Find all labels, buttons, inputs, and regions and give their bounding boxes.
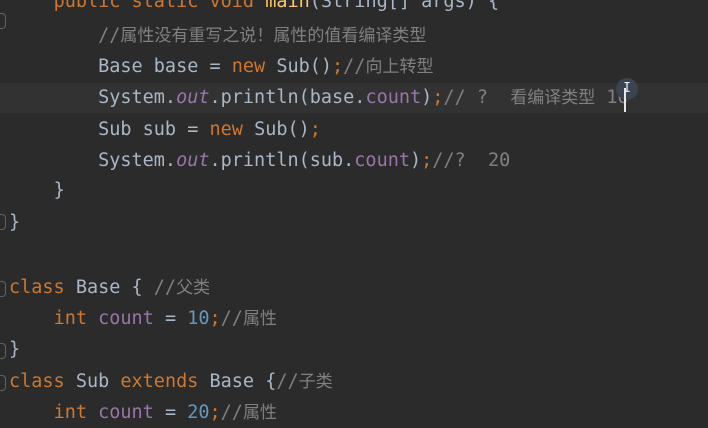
code-line[interactable]: int count = 20;//属性 — [0, 398, 277, 428]
code-token-part: // — [276, 371, 299, 392]
fold-marker-sub-start[interactable] — [0, 375, 6, 391]
line-indent-spaces — [9, 402, 54, 423]
code-token-part: 子类 — [298, 372, 333, 392]
code-token-txt: Base base = — [98, 56, 232, 77]
code-token-cmt: //? 20 — [432, 150, 511, 171]
line-indent-spaces — [9, 87, 98, 108]
code-token-txt: ) — [421, 87, 433, 108]
code-token-kw: extends — [120, 371, 210, 392]
code-token-part: 属性 — [242, 403, 277, 423]
code-token-part: 属性没有重写之说！属性的值看编译类型 — [120, 26, 427, 46]
code-token-txt: } — [9, 212, 21, 233]
code-token-fld: count — [98, 402, 165, 423]
code-line[interactable]: Base base = new Sub();//向上转型 — [0, 52, 433, 82]
fold-marker-top[interactable] — [0, 13, 6, 29]
code-token-kw: int — [53, 402, 99, 423]
code-line-current[interactable]: System.out.println(base.count);// ? 看编译类… — [0, 83, 708, 113]
line-indent-spaces — [9, 119, 98, 140]
code-token-txt: } — [9, 339, 21, 360]
code-token-txt: Sub() — [276, 56, 333, 77]
code-token-kw: new — [209, 119, 255, 140]
code-line[interactable]: } — [0, 176, 65, 206]
code-token-fld: count — [354, 150, 410, 171]
code-token-part: // ? — [443, 87, 511, 108]
code-token-fld: count — [98, 308, 165, 329]
code-token-txt: (String[] args) { — [309, 0, 500, 12]
code-token-part: // — [153, 277, 177, 298]
code-token-kw: ; — [309, 119, 321, 140]
code-line[interactable]: class Base { //父类 — [0, 273, 210, 303]
line-indent-spaces — [9, 25, 98, 46]
text-caret — [624, 88, 626, 112]
code-token-kw: int — [53, 308, 99, 329]
code-line[interactable]: class Sub extends Base {//子类 — [0, 367, 333, 397]
code-token-fn: main — [265, 0, 310, 12]
code-token-txt: Base { — [209, 371, 277, 392]
code-token-kw: public static void — [53, 0, 266, 12]
code-token-txt: .println(base. — [209, 87, 366, 108]
fold-marker-main-end[interactable] — [0, 214, 6, 230]
code-token-kw: ; — [332, 56, 344, 77]
code-token-cmt: //向上转型 — [343, 56, 433, 77]
code-token-cmt: //属性没有重写之说！属性的值看编译类型 — [98, 25, 426, 46]
text-cursor-icon: I — [616, 78, 638, 100]
code-token-kw: ; — [209, 308, 221, 329]
code-token-part: // — [220, 402, 243, 423]
code-token-txt: = — [164, 402, 188, 423]
line-indent-spaces — [9, 56, 98, 77]
line-indent-spaces — [9, 308, 54, 329]
line-indent-spaces — [9, 0, 54, 12]
code-line[interactable]: Sub sub = new Sub(); — [0, 115, 321, 145]
code-token-txt: Sub — [75, 371, 121, 392]
code-token-txt: .println(sub. — [209, 150, 355, 171]
code-token-fld: count — [365, 87, 422, 108]
code-token-part: 属性 — [242, 309, 277, 329]
code-token-part: // — [343, 56, 366, 77]
code-token-part: 向上转型 — [365, 57, 434, 77]
code-token-part: // — [98, 25, 121, 46]
code-line[interactable]: //属性没有重写之说！属性的值看编译类型 — [0, 21, 426, 51]
code-token-part: // — [220, 308, 243, 329]
code-token-txt: } — [53, 180, 65, 201]
code-token-txt: ) — [410, 150, 422, 171]
code-token-kw: class — [9, 371, 76, 392]
code-token-cmt: //属性 — [221, 308, 277, 329]
line-indent-spaces — [9, 180, 54, 201]
code-token-txt: Sub sub = — [98, 119, 210, 140]
code-line[interactable]: public static void main(String[] args) { — [0, 0, 500, 17]
code-token-kw: ; — [421, 150, 433, 171]
code-token-sfld: out — [176, 87, 210, 108]
code-editor[interactable]: public static void main(String[] args) {… — [0, 0, 708, 428]
code-token-txt: System. — [98, 150, 177, 171]
code-token-kw: new — [231, 56, 277, 77]
code-token-kw: ; — [209, 402, 221, 423]
code-token-kw: class — [9, 277, 76, 298]
code-token-num: 10 — [187, 308, 210, 329]
code-token-txt: System. — [98, 87, 177, 108]
code-line[interactable]: int count = 10;//属性 — [0, 304, 277, 334]
line-indent-spaces — [9, 150, 98, 171]
code-token-sfld: out — [176, 150, 210, 171]
code-token-txt: = — [164, 308, 188, 329]
code-token-part: 父类 — [176, 278, 211, 298]
code-token-part: 看编译类型 — [510, 88, 596, 108]
code-token-txt: Base { — [75, 277, 154, 298]
code-line[interactable]: System.out.println(sub.count);//? 20 — [0, 146, 510, 176]
code-token-cmt: //属性 — [221, 402, 277, 423]
code-token-cmt: //子类 — [276, 371, 332, 392]
code-token-kw: ; — [432, 87, 444, 108]
code-token-cmt: //父类 — [154, 277, 210, 298]
code-token-num: 20 — [187, 402, 210, 423]
fold-marker-base-start[interactable] — [0, 281, 6, 297]
code-token-cmt: // ? 看编译类型 10 — [443, 87, 628, 108]
code-token-txt: Sub() — [254, 119, 310, 140]
fold-marker-base-end[interactable] — [0, 343, 6, 359]
